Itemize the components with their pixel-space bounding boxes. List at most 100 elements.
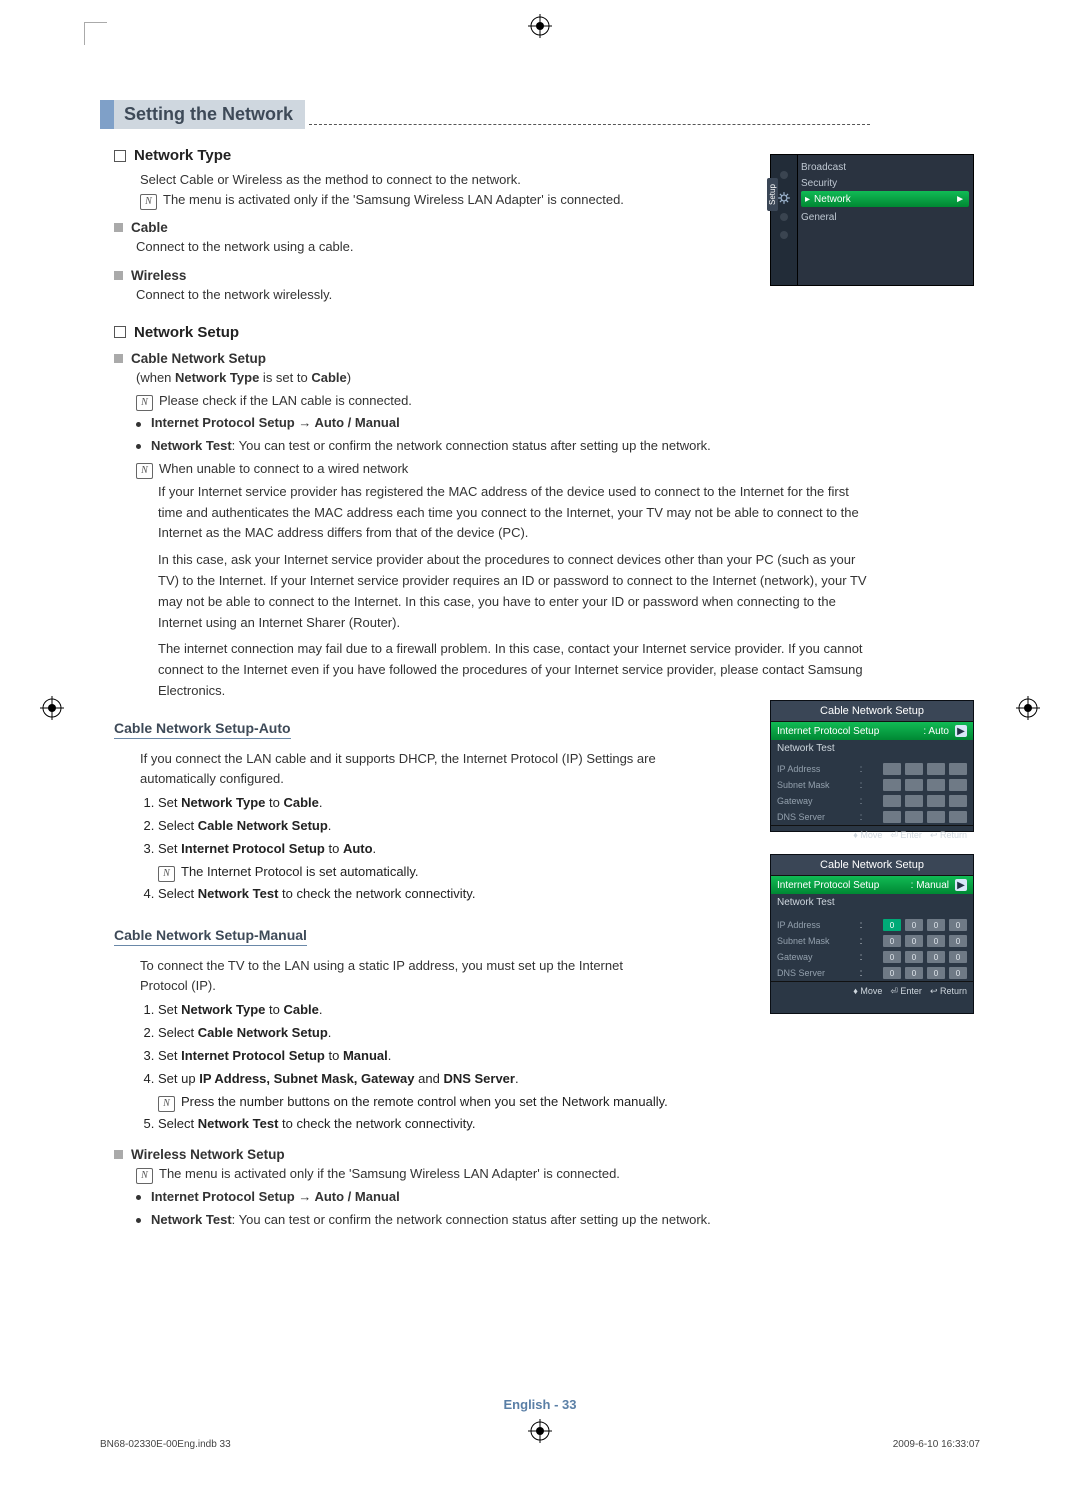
page-number: English - 33	[504, 1397, 577, 1412]
checkbox-icon	[114, 326, 126, 338]
wireless-ns-heading: Wireless Network Setup	[114, 1147, 870, 1162]
auto-step3-note: NThe Internet Protocol is set automatica…	[158, 862, 870, 883]
manual-step4: Set up IP Address, Subnet Mask, Gateway …	[158, 1069, 870, 1113]
return-hint: ↩ Return	[930, 830, 967, 841]
manual-step2: Select Cable Network Setup.	[158, 1023, 870, 1044]
page-content: Setting the Network Network Type Select …	[100, 100, 870, 1233]
bullet-icon	[136, 422, 141, 427]
registration-mark-top	[528, 14, 552, 41]
return-hint: ↩ Return	[930, 986, 967, 997]
manual-step1: Set Network Type to Cable.	[158, 1000, 870, 1021]
when-line: (when Network Type is set to Cable)	[136, 368, 870, 389]
osd-ips-row: Internet Protocol Setup: Auto▶	[771, 722, 973, 740]
play-icon: ▶	[955, 879, 967, 891]
osd-sm: Subnet Mask:	[771, 777, 973, 793]
osd-nt-row: Network Test	[771, 740, 973, 757]
manual-steps: Set Network Type to Cable. Select Cable …	[158, 1000, 870, 1135]
manual-step5: Select Network Test to check the network…	[158, 1114, 870, 1135]
para1: If your Internet service provider has re…	[158, 482, 870, 544]
osd-ips-row: Internet Protocol Setup: Manual▶	[771, 876, 973, 894]
network-type-heading: Network Type	[114, 147, 870, 164]
enter-hint: ⏎ Enter	[890, 830, 922, 841]
auto-intro: If you connect the LAN cable and it supp…	[140, 749, 670, 789]
wireless-ns-ips: Internet Protocol Setup → Auto / Manual	[136, 1187, 870, 1208]
enter-hint: ⏎ Enter	[890, 986, 922, 997]
note-icon: N	[136, 463, 153, 479]
osd-row-general: General	[801, 209, 969, 225]
osd-foot: ♦ Move ⏎ Enter ↩ Return	[771, 825, 973, 845]
note-icon: N	[140, 194, 157, 210]
network-type-note: NThe menu is activated only if the 'Sams…	[140, 190, 870, 210]
osd-gw: Gateway:0000	[771, 949, 973, 965]
section-header: Setting the Network	[100, 100, 870, 129]
registration-mark-bottom	[528, 1419, 552, 1446]
nt-line: Network Test: You can test or confirm th…	[136, 436, 870, 457]
section-divider	[309, 124, 870, 125]
manual-step3: Set Internet Protocol Setup to Manual.	[158, 1046, 870, 1067]
osd-side-dot	[780, 231, 788, 239]
ips-line: Internet Protocol Setup → Auto / Manual	[136, 413, 870, 434]
wireless-ns-nt: Network Test: You can test or confirm th…	[136, 1210, 870, 1231]
bullet-icon	[136, 1195, 141, 1200]
section-title: Setting the Network	[114, 100, 305, 129]
network-type-desc: Select Cable or Wireless as the method t…	[140, 170, 870, 190]
osd-dns: DNS Server:	[771, 809, 973, 825]
note-icon: N	[158, 1096, 175, 1112]
auto-step1: Set Network Type to Cable.	[158, 793, 870, 814]
osd-side-dot	[780, 171, 788, 179]
note-icon: N	[136, 395, 153, 411]
osd-title: Cable Network Setup	[771, 855, 973, 876]
bullet-icon	[136, 444, 141, 449]
section-bar	[100, 100, 114, 129]
square-icon	[114, 1150, 123, 1159]
osd-ip: IP Address:	[771, 761, 973, 777]
manual-heading: Cable Network Setup-Manual	[114, 927, 307, 946]
osd-dns: DNS Server:0000	[771, 965, 973, 981]
osd-gw: Gateway:	[771, 793, 973, 809]
auto-heading: Cable Network Setup-Auto	[114, 720, 291, 739]
manual-intro: To connect the TV to the LAN using a sta…	[140, 956, 670, 996]
cable-ns-heading: Cable Network Setup	[114, 351, 870, 366]
osd-sm: Subnet Mask:0000	[771, 933, 973, 949]
registration-mark-right	[1016, 696, 1040, 723]
osd-row-broadcast: Broadcast	[801, 159, 969, 175]
cable-ns-body: (when Network Type is set to Cable) NPle…	[136, 368, 870, 702]
checkbox-icon	[114, 150, 126, 162]
osd-title: Cable Network Setup	[771, 701, 973, 722]
note-unable: NWhen unable to connect to a wired netwo…	[136, 459, 870, 480]
auto-steps: Set Network Type to Cable. Select Cable …	[158, 793, 870, 905]
network-setup-heading: Network Setup	[114, 324, 870, 341]
move-hint: ♦ Move	[853, 830, 882, 841]
chevron-right-icon: ►	[955, 194, 965, 205]
square-icon	[114, 354, 123, 363]
play-icon: ▶	[955, 725, 967, 737]
auto-step4: Select Network Test to check the network…	[158, 884, 870, 905]
note-lan: NPlease check if the LAN cable is connec…	[136, 391, 870, 412]
para2: In this case, ask your Internet service …	[158, 550, 870, 633]
auto-step2: Select Cable Network Setup.	[158, 816, 870, 837]
square-icon	[114, 223, 123, 232]
manual-step4-note: NPress the number buttons on the remote …	[158, 1092, 870, 1113]
wireless-ns-body: NThe menu is activated only if the 'Sams…	[136, 1164, 870, 1230]
osd-setup-tab: Setup	[767, 178, 778, 211]
osd-side-icons	[771, 155, 798, 285]
gear-icon	[777, 191, 791, 205]
bullet-icon	[136, 1218, 141, 1223]
cable-body: Connect to the network using a cable.	[136, 237, 870, 258]
note-icon: N	[136, 1168, 153, 1184]
footer-filename: BN68-02330E-00Eng.indb 33	[100, 1439, 231, 1450]
network-type-label: Network Type	[134, 147, 231, 164]
osd-nt-row: Network Test	[771, 894, 973, 911]
osd-row-security: Security	[801, 175, 969, 191]
wireless-ns-note: NThe menu is activated only if the 'Sams…	[136, 1164, 870, 1185]
square-icon	[114, 271, 123, 280]
footer-timestamp: 2009-6-10 16:33:07	[893, 1439, 980, 1450]
osd-side-menu: Setup Broadcast Security ▸Network► Gener…	[770, 154, 974, 286]
osd-cable-manual: Cable Network Setup Internet Protocol Se…	[770, 854, 974, 1014]
auto-step3: Set Internet Protocol Setup to Auto. NTh…	[158, 839, 870, 883]
osd-side-dot	[780, 213, 788, 221]
move-hint: ♦ Move	[853, 986, 882, 997]
osd-foot: ♦ Move ⏎ Enter ↩ Return	[771, 981, 973, 1001]
osd-cable-auto: Cable Network Setup Internet Protocol Se…	[770, 700, 974, 832]
osd-ip: IP Address:0000	[771, 917, 973, 933]
